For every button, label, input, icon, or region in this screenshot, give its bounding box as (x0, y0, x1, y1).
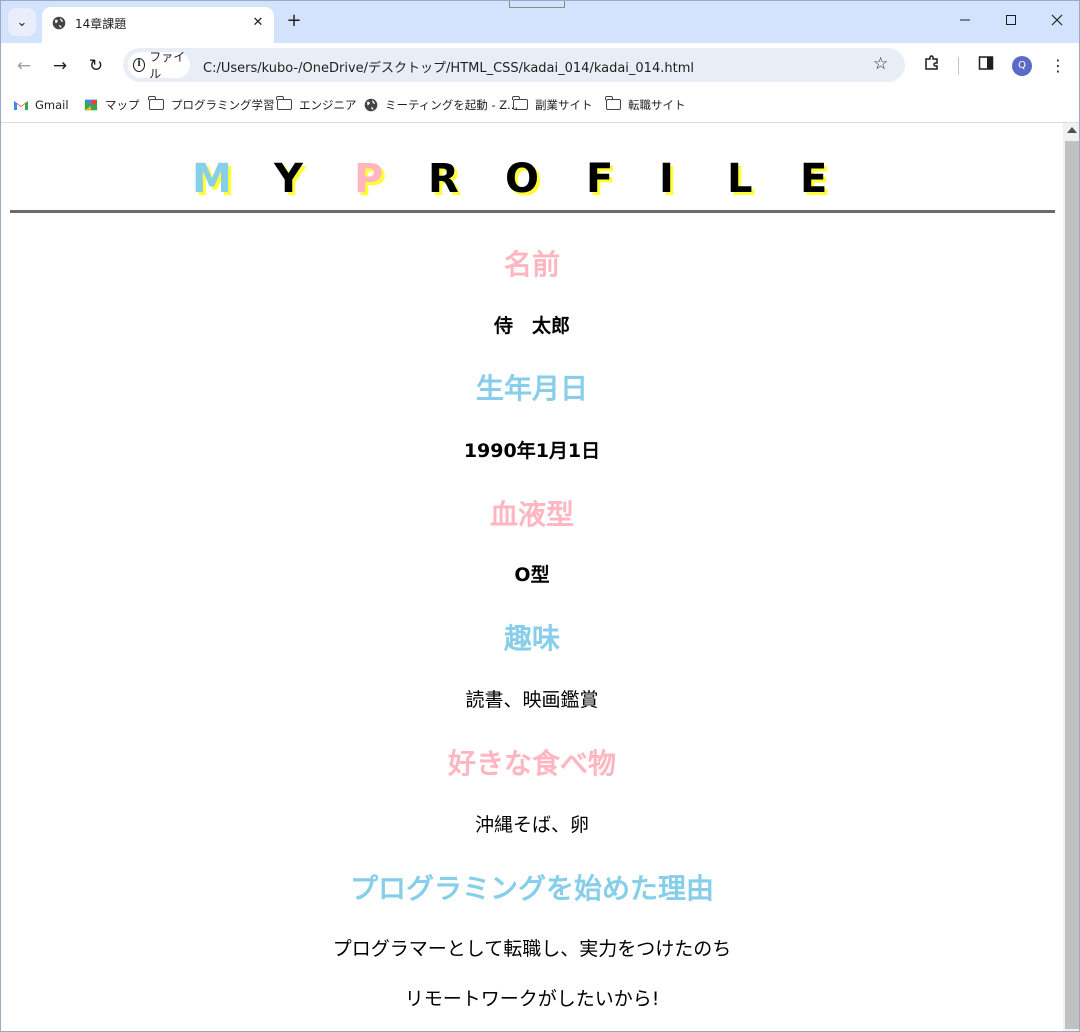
folder-icon (148, 96, 165, 112)
browser-toolbar: ← → ↻ i ファイル C:/Users/kubo-/OneDrive/デスク… (1, 43, 1079, 89)
section-heading-favorite-food: 好きな食べ物 (447, 747, 616, 780)
side-panel-icon (978, 56, 994, 70)
bookmark-label: 転職サイト (628, 98, 686, 112)
scrollbar-thumb[interactable] (1065, 141, 1079, 1029)
minimize-icon (960, 19, 970, 21)
title-letter: M (192, 156, 232, 202)
section-heading-reason: プログラミングを始めた理由 (349, 872, 714, 905)
profile-avatar[interactable]: Q (1012, 56, 1032, 76)
section-value-reason-line2: リモートワークがしたいから! (404, 988, 660, 1010)
folder-icon (512, 96, 529, 112)
browser-window: ⌄ 14章課題 ✕ + ← → ↻ i ファイル C:/Users/kubo-/… (0, 0, 1080, 1032)
more-vertical-icon: ⋮ (1050, 56, 1066, 75)
active-tab[interactable]: 14章課題 ✕ (42, 7, 274, 43)
site-info-label: ファイル (149, 50, 186, 81)
bookmark-zoom-meeting[interactable]: ミーティングを起動 - Z... (363, 95, 518, 115)
section-value-blood-type: O型 (514, 564, 550, 586)
reload-button[interactable]: ↻ (84, 54, 108, 78)
section-value-name: 侍 太郎 (493, 315, 570, 337)
url-text[interactable]: C:/Users/kubo-/OneDrive/デスクトップ/HTML_CSS/… (203, 57, 694, 76)
bookmark-maps[interactable]: マップ (83, 95, 140, 115)
side-panel-button[interactable] (974, 54, 998, 78)
title-letter: L (727, 156, 753, 202)
globe-icon (52, 16, 66, 30)
title-letter: Y (274, 156, 303, 202)
section-heading-birthday: 生年月日 (475, 372, 588, 405)
info-icon: i (133, 58, 146, 72)
minimize-button[interactable] (951, 9, 979, 33)
maps-icon (84, 99, 98, 111)
scroll-up-arrow-icon[interactable] (1067, 127, 1077, 133)
bookmark-folder-engineer[interactable]: エンジニア (276, 95, 357, 115)
menu-button[interactable]: ⋮ (1046, 54, 1070, 78)
title-letter: E (800, 156, 828, 202)
section-value-birthday: 1990年1月1日 (463, 440, 601, 462)
bookmark-label: エンジニア (299, 98, 357, 112)
new-tab-button[interactable]: + (282, 10, 306, 34)
bookmark-label: マップ (105, 98, 140, 112)
tab-search-button[interactable]: ⌄ (8, 8, 36, 36)
section-value-favorite-food: 沖縄そば、卵 (474, 814, 589, 836)
bookmark-star-icon[interactable]: ☆ (873, 54, 888, 74)
chevron-down-icon: ⌄ (16, 14, 28, 30)
title-letter: F (586, 156, 614, 202)
header-divider (10, 210, 1055, 213)
page-viewport: M Y P R O F I L E 名前 侍 太郎 生年月日 1990年1月1日… (1, 123, 1063, 1031)
extensions-button[interactable] (920, 54, 944, 78)
globe-icon (364, 98, 378, 112)
bookmark-label: 副業サイト (535, 98, 593, 112)
bookmark-label: Gmail (35, 98, 69, 112)
title-letter: P (354, 156, 384, 202)
section-value-hobby: 読書、映画鑑賞 (465, 689, 599, 711)
bookmark-folder-programming[interactable]: プログラミング学習 (148, 95, 275, 115)
maximize-icon (1006, 15, 1016, 25)
close-window-button[interactable] (1043, 9, 1071, 33)
bookmark-label: プログラミング学習 (171, 98, 275, 112)
toolbar-separator (958, 57, 959, 75)
folder-icon (276, 96, 293, 112)
maximize-button[interactable] (997, 9, 1025, 33)
window-drag-notch (509, 1, 565, 8)
title-letter: R (428, 156, 459, 202)
back-button[interactable]: ← (12, 54, 36, 78)
address-bar[interactable]: i ファイル C:/Users/kubo-/OneDrive/デスクトップ/HT… (123, 48, 905, 82)
arrow-left-icon: ← (16, 56, 32, 76)
section-heading-hobby: 趣味 (503, 622, 560, 655)
bookmark-gmail[interactable]: Gmail (13, 95, 69, 115)
folder-icon (605, 96, 622, 112)
forward-button[interactable]: → (48, 54, 72, 78)
page-title: M Y P R O F I L E (192, 155, 852, 203)
bookmark-folder-job-change[interactable]: 転職サイト (605, 95, 686, 115)
tab-title: 14章課題 (75, 17, 127, 31)
close-icon (1051, 14, 1063, 26)
tab-strip: ⌄ 14章課題 ✕ + (1, 1, 1079, 43)
title-letter: O (505, 156, 540, 202)
title-letter: I (659, 156, 674, 202)
bookmark-folder-side-job[interactable]: 副業サイト (512, 95, 593, 115)
site-info-chip[interactable]: i ファイル (128, 50, 190, 81)
section-heading-name: 名前 (503, 248, 560, 281)
arrow-right-icon: → (52, 56, 68, 76)
profile-header: M Y P R O F I L E (1, 123, 1063, 213)
bookmark-label: ミーティングを起動 - Z... (385, 98, 519, 112)
reload-icon: ↻ (88, 56, 104, 76)
gmail-icon (14, 101, 28, 110)
section-value-reason-line1: プログラマーとして転職し、実力をつけたのち (332, 938, 732, 960)
section-heading-blood-type: 血液型 (489, 498, 574, 531)
bookmarks-bar: Gmail マップ プログラミング学習 エンジニア ミーティングを起動 - Z. (1, 89, 1079, 123)
puzzle-icon (925, 55, 938, 70)
tab-close-icon[interactable]: ✕ (248, 13, 268, 33)
